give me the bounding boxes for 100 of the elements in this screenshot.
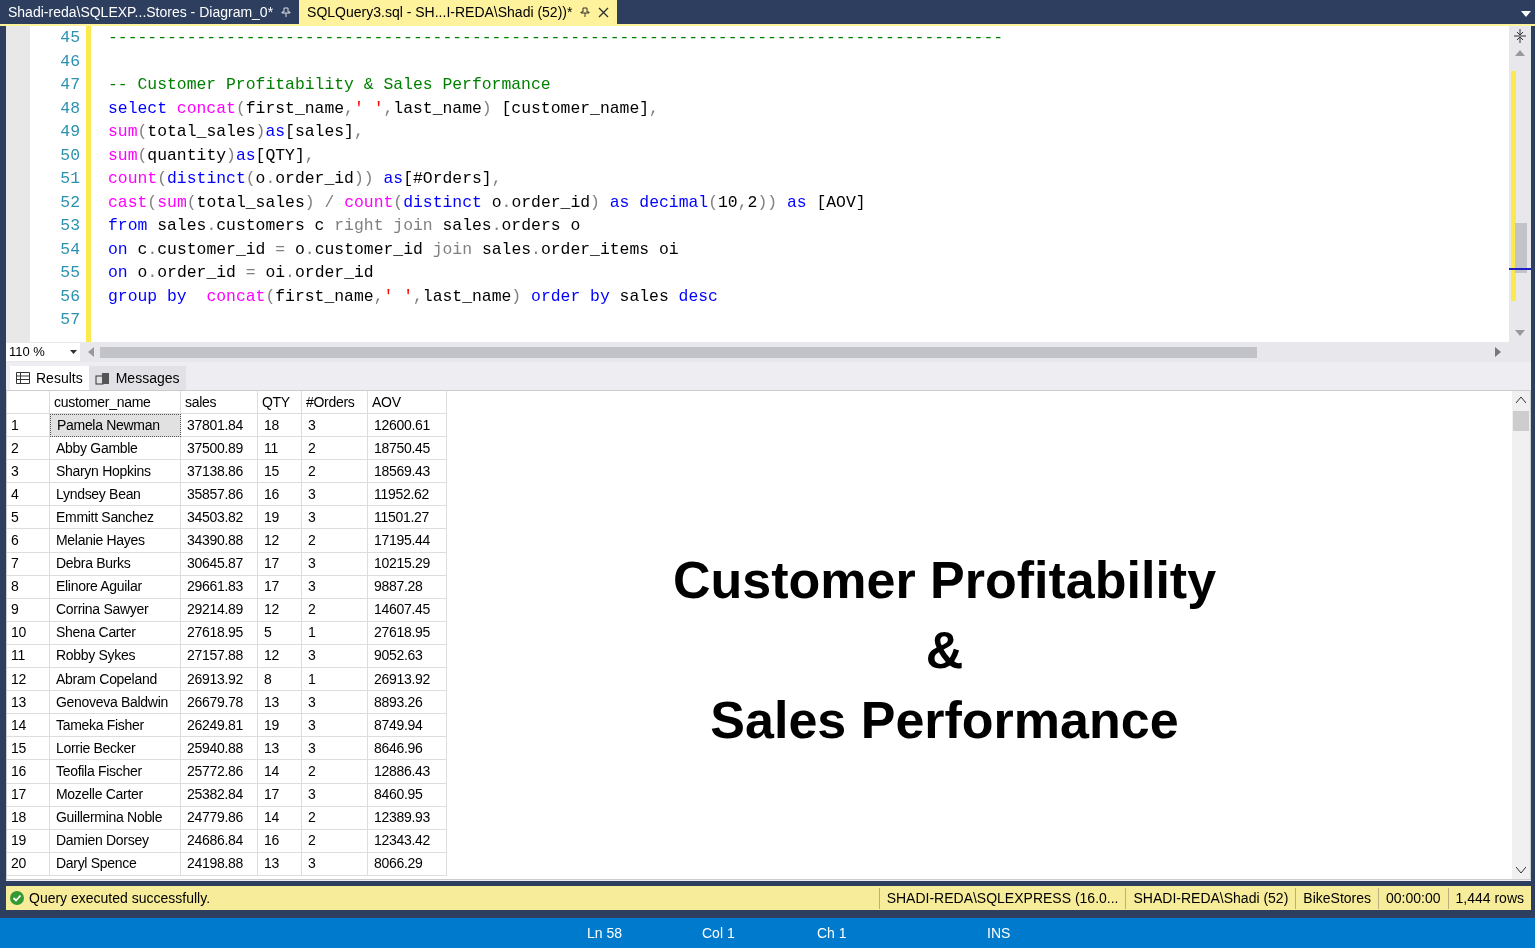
- row-number: 4: [7, 483, 50, 507]
- table-cell: 3: [302, 575, 368, 599]
- results-tab[interactable]: Results: [10, 366, 89, 390]
- close-icon[interactable]: [598, 6, 610, 18]
- grid-corner-cell[interactable]: [7, 391, 50, 414]
- row-number: 10: [7, 621, 50, 645]
- row-number: 16: [7, 760, 50, 784]
- status-item: Ch 1: [817, 923, 848, 943]
- code-line: sum(quantity)as[QTY],: [108, 144, 315, 167]
- table-cell: 18569.43: [368, 460, 447, 484]
- line-number: 45: [60, 27, 80, 50]
- table-cell: 37138.86: [181, 460, 258, 484]
- code-line: cast(sum(total_sales) / count(distinct o.order_id) as decimal(10,2)) as [AOV]: [108, 191, 866, 214]
- check-icon: [10, 891, 24, 905]
- table-cell: Robby Sykes: [50, 644, 181, 669]
- line-number: 55: [60, 262, 80, 285]
- table-cell: 16: [258, 829, 302, 853]
- table-cell: 26679.78: [181, 691, 258, 715]
- table-cell: 12600.61: [368, 414, 447, 438]
- vertical-scrollbar[interactable]: [1512, 391, 1530, 879]
- table-cell: 11501.27: [368, 506, 447, 530]
- table-cell: 3: [302, 644, 368, 669]
- table-cell: 8: [258, 668, 302, 692]
- table-cell: 17: [258, 552, 302, 576]
- table-cell: 18750.45: [368, 437, 447, 461]
- table-cell: 19: [258, 506, 302, 530]
- table-cell: 37500.89: [181, 437, 258, 461]
- table-cell: 5: [258, 621, 302, 645]
- table-cell: 12: [258, 644, 302, 669]
- table-cell: 25940.88: [181, 737, 258, 761]
- scroll-left-icon[interactable]: [88, 347, 94, 357]
- scroll-thumb[interactable]: [1515, 223, 1527, 273]
- table-cell: 17: [258, 575, 302, 599]
- table-cell: Lorrie Becker: [50, 737, 181, 761]
- table-cell: 3: [302, 414, 368, 438]
- table-cell: 9887.28: [368, 575, 447, 599]
- table-cell: 3: [302, 506, 368, 530]
- scroll-up-icon[interactable]: [1515, 50, 1525, 56]
- dropdown-icon[interactable]: [1521, 11, 1531, 17]
- table-cell: 13: [258, 691, 302, 715]
- scroll-up-icon: [1516, 397, 1526, 403]
- column-header[interactable]: sales: [181, 391, 258, 414]
- row-number: 11: [7, 644, 50, 669]
- vertical-scrollbar[interactable]: [1509, 26, 1531, 342]
- document-tab[interactable]: SQLQuery3.sql - SH...I-REDA\Shadi (52))*: [299, 0, 618, 24]
- table-cell: Melanie Hayes: [50, 529, 181, 553]
- table-cell: 9052.63: [368, 644, 447, 669]
- row-number: 6: [7, 529, 50, 553]
- zoom-dropdown[interactable]: 110 %: [6, 343, 80, 361]
- row-number: 20: [7, 852, 50, 876]
- table-cell: 35857.86: [181, 483, 258, 507]
- table-cell: 24198.88: [181, 852, 258, 876]
- table-cell: 26913.92: [368, 668, 447, 692]
- code-line: -- Customer Profitability & Sales Performance: [108, 74, 551, 97]
- column-header[interactable]: QTY: [258, 391, 302, 414]
- row-number: 7: [7, 552, 50, 576]
- pin-icon[interactable]: [580, 7, 591, 17]
- table-cell: 27157.88: [181, 644, 258, 669]
- status-section: 00:00:00: [1378, 887, 1448, 909]
- table-cell: 13: [258, 852, 302, 876]
- scroll-down-icon[interactable]: [1515, 330, 1525, 336]
- table-cell: 11952.62: [368, 483, 447, 507]
- table-cell: 12389.93: [368, 806, 447, 830]
- table-cell: 2: [302, 437, 368, 461]
- table-cell: 12: [258, 598, 302, 622]
- table-cell: 3: [302, 714, 368, 738]
- document-tab[interactable]: Shadi-reda\SQLEXP...Stores - Diagram_0*: [0, 0, 300, 24]
- table-cell: 30645.87: [181, 552, 258, 576]
- code-line: sum(total_sales)as[sales],: [108, 121, 364, 144]
- table-cell: 17195.44: [368, 529, 447, 553]
- column-header[interactable]: AOV: [368, 391, 447, 414]
- line-number: 51: [60, 168, 80, 191]
- table-cell: 1: [302, 668, 368, 692]
- table-cell: 19: [258, 714, 302, 738]
- table-cell: 12343.42: [368, 829, 447, 853]
- table-cell: Emmitt Sanchez: [50, 506, 181, 530]
- table-cell: 29214.89: [181, 598, 258, 622]
- code-line: on c.customer_id = o.customer_id join sales.order_items oi: [108, 238, 679, 261]
- table-cell: 3: [302, 691, 368, 715]
- status-message: Query executed successfully.: [29, 888, 211, 908]
- table-cell: Tameka Fisher: [50, 714, 181, 738]
- table-cell: 11: [258, 437, 302, 461]
- caret-icon: [70, 350, 77, 354]
- row-number: 3: [7, 460, 50, 484]
- column-header[interactable]: #Orders: [302, 391, 368, 414]
- table-cell: 14: [258, 760, 302, 784]
- scroll-right-icon[interactable]: [1495, 347, 1501, 357]
- table-cell: 34390.88: [181, 529, 258, 553]
- table-cell: Elinore Aguilar: [50, 575, 181, 599]
- table-cell: 16: [258, 483, 302, 507]
- row-number: 17: [7, 783, 50, 807]
- row-number: 2: [7, 437, 50, 461]
- horizontal-scrollbar[interactable]: [100, 346, 1257, 358]
- split-icon[interactable]: [1512, 28, 1528, 44]
- table-cell: 8893.26: [368, 691, 447, 715]
- row-number: 15: [7, 737, 50, 761]
- scroll-thumb[interactable]: [1513, 411, 1529, 431]
- table-cell: 27618.95: [181, 621, 258, 645]
- results-tab[interactable]: Messages: [88, 366, 186, 390]
- table-cell: 3: [302, 737, 368, 761]
